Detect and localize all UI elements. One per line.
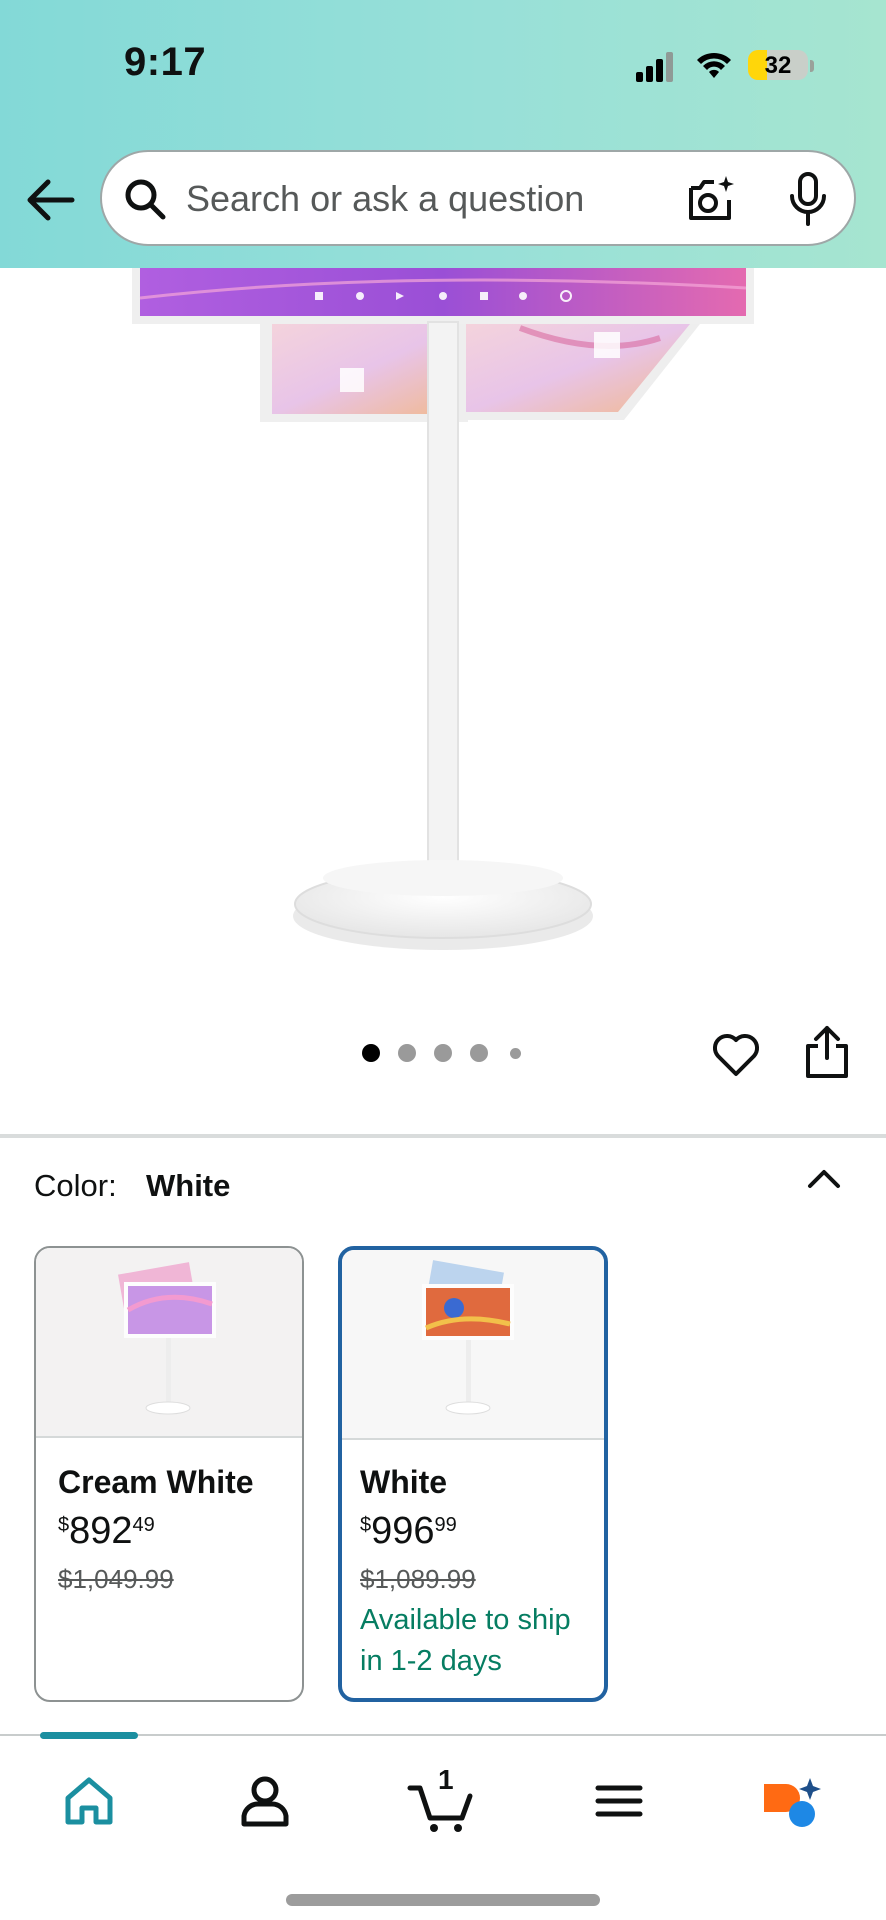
rufus-assistant-icon[interactable] — [756, 1766, 826, 1836]
home-indicator[interactable] — [286, 1894, 600, 1906]
color-label: Color: — [34, 1168, 117, 1203]
section-divider — [0, 1134, 886, 1138]
cream-white-thumbnail — [36, 1248, 302, 1438]
product-image[interactable] — [0, 268, 886, 968]
heart-icon[interactable] — [710, 1028, 762, 1080]
wifi-icon — [697, 52, 731, 78]
bottom-nav: 1 — [0, 1732, 886, 1920]
white-thumbnail — [342, 1250, 604, 1440]
share-icon[interactable] — [802, 1024, 852, 1080]
pagination-dot[interactable] — [470, 1044, 488, 1062]
status-time: 9:17 — [124, 40, 207, 84]
camera-lens-icon[interactable] — [686, 174, 736, 224]
option-price: $99699 — [360, 1510, 457, 1552]
microphone-icon[interactable] — [788, 172, 828, 226]
search-icon — [125, 179, 166, 220]
option-list-price: $1,049.99 — [58, 1564, 174, 1594]
home-icon[interactable] — [54, 1766, 124, 1836]
header: 9:17 32 Search or ask a question — [0, 0, 886, 268]
arrow-left-icon[interactable] — [22, 170, 78, 230]
battery-icon: 32 — [748, 50, 808, 80]
pagination-dot[interactable] — [510, 1048, 521, 1059]
option-name: White — [360, 1464, 448, 1500]
cellular-signal-icon — [636, 52, 673, 82]
pagination-dot[interactable] — [434, 1044, 452, 1062]
search-bar[interactable]: Search or ask a question — [100, 150, 856, 246]
option-price: $89249 — [58, 1510, 155, 1552]
person-icon[interactable] — [230, 1766, 300, 1836]
pagination-dot[interactable] — [362, 1044, 380, 1062]
option-list-price: $1,089.99 — [360, 1564, 476, 1594]
battery-level: 32 — [764, 52, 792, 79]
hamburger-menu-icon[interactable] — [584, 1766, 654, 1836]
color-option-cream-white[interactable]: Cream White $89249 $1,049.99 — [34, 1246, 304, 1702]
selected-color: White — [146, 1168, 231, 1203]
availability-text: Available to ship in 1-2 days — [360, 1604, 571, 1677]
option-name: Cream White — [58, 1464, 254, 1500]
pagination-dot[interactable] — [398, 1044, 416, 1062]
chevron-up-icon[interactable] — [804, 1162, 844, 1192]
color-option-white[interactable]: White $99699 $1,089.99 Available to ship… — [338, 1246, 608, 1702]
search-input[interactable]: Search or ask a question — [186, 178, 584, 220]
cart-button[interactable]: 1 — [406, 1764, 478, 1836]
active-tab-indicator — [40, 1732, 138, 1739]
cart-count: 1 — [438, 1764, 454, 1795]
